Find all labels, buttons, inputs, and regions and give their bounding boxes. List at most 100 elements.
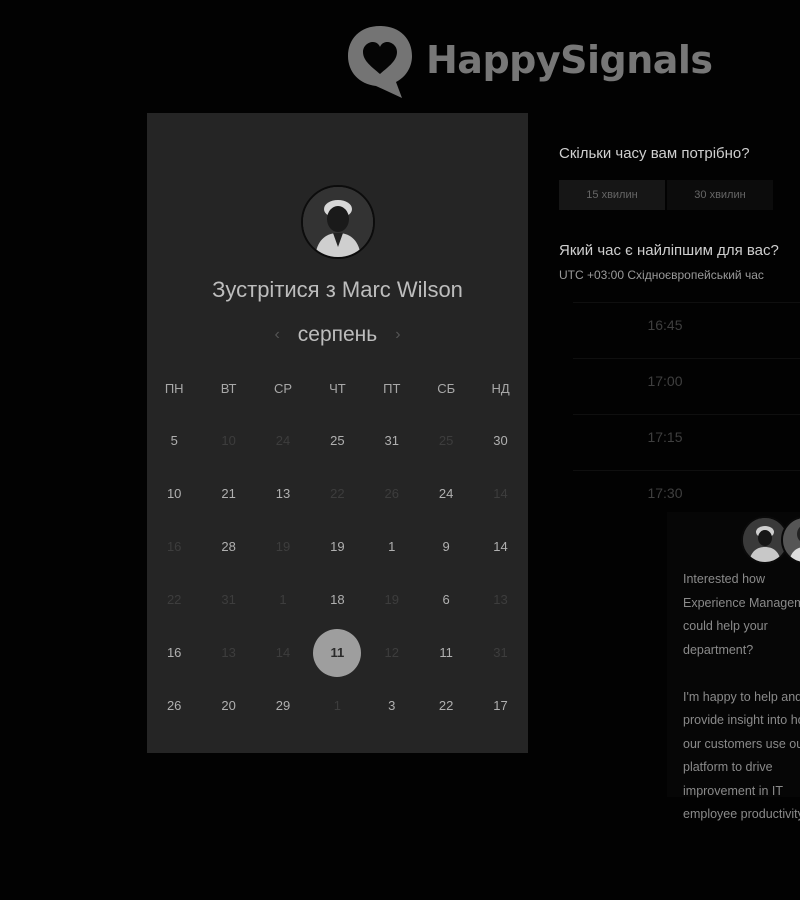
calendar-day[interactable]: 29 bbox=[256, 696, 310, 716]
time-slot-label: 17:00 bbox=[647, 373, 683, 389]
happysignals-logo[interactable]: HappySignals bbox=[346, 22, 713, 98]
calendar-day-number: 17 bbox=[493, 698, 508, 713]
calendar-day[interactable]: 25 bbox=[310, 431, 364, 451]
timezone-label[interactable]: UTC +03:00 Східноєвропейський час bbox=[559, 268, 764, 282]
month-label: серпень bbox=[297, 323, 378, 346]
calendar-day: 16 bbox=[147, 537, 201, 557]
calendar-day: 22 bbox=[310, 484, 364, 504]
calendar-day[interactable]: 3 bbox=[365, 696, 419, 716]
weekday-label: ВТ bbox=[220, 381, 237, 396]
calendar-day: 22 bbox=[147, 590, 201, 610]
duration-option-15[interactable]: 15 хвилин bbox=[559, 180, 665, 210]
calendar-day-number: 26 bbox=[384, 486, 399, 501]
calendar-day[interactable]: 11 bbox=[419, 643, 473, 677]
time-slot-list: 16:45 17:00 17:15 17:30 bbox=[573, 302, 800, 526]
time-slot-label: 17:15 bbox=[647, 429, 683, 445]
calendar-week-row: 16 28 19 19 1 9 14 bbox=[147, 537, 528, 557]
time-slot-label: 16:45 bbox=[647, 317, 683, 333]
calendar-day[interactable]: 19 bbox=[310, 537, 364, 557]
chat-popup[interactable]: Interested how Experience Management cou… bbox=[667, 512, 800, 821]
calendar-day-number: 16 bbox=[166, 645, 182, 660]
duration-question: Скільки часу вам потрібно? bbox=[559, 145, 750, 162]
calendar-day[interactable]: 9 bbox=[419, 537, 473, 557]
calendar-day[interactable]: 31 bbox=[365, 431, 419, 451]
calendar-day[interactable]: 18 bbox=[310, 590, 364, 610]
calendar-day: 19 bbox=[256, 537, 310, 557]
calendar-day-number: 19 bbox=[275, 539, 291, 554]
calendar-day-number: 13 bbox=[275, 486, 291, 501]
duration-option-30[interactable]: 30 хвилин bbox=[667, 180, 773, 210]
chat-avatars bbox=[741, 516, 800, 564]
calendar-day: 13 bbox=[201, 643, 255, 677]
weekday-header: ПН ВТ СР ЧТ ПТ СБ НД bbox=[147, 381, 528, 396]
calendar-day: 12 bbox=[365, 643, 419, 677]
time-slot[interactable]: 17:15 bbox=[573, 414, 800, 470]
calendar-day[interactable]: 20 bbox=[201, 696, 255, 716]
calendar-day-number: 22 bbox=[166, 592, 182, 607]
time-slot[interactable]: 16:45 bbox=[573, 302, 800, 358]
calendar-day: 1 bbox=[256, 590, 310, 610]
calendar-day[interactable]: 1 bbox=[365, 537, 419, 557]
calendar-day-number: 24 bbox=[438, 486, 454, 501]
calendar-day-number: 19 bbox=[384, 592, 399, 607]
calendar-day-number: 14 bbox=[275, 645, 291, 660]
calendar-day-number: 25 bbox=[438, 433, 454, 448]
calendar-day-number: 3 bbox=[388, 698, 396, 713]
weekday-label: СБ bbox=[437, 381, 456, 396]
calendar-day[interactable]: 16 bbox=[147, 643, 201, 677]
calendar-day: 14 bbox=[473, 484, 527, 504]
calendar-day: 10 bbox=[201, 431, 255, 451]
calendar-day-number: 12 bbox=[384, 645, 399, 660]
chevron-right-icon[interactable]: › bbox=[395, 326, 400, 344]
duration-options: 15 хвилин 30 хвилин bbox=[559, 180, 773, 210]
time-slot-label: 17:30 bbox=[647, 485, 683, 501]
calendar-day-number: 25 bbox=[330, 433, 345, 448]
chevron-left-icon[interactable]: ‹ bbox=[274, 326, 279, 344]
calendar-day[interactable]: 28 bbox=[201, 537, 255, 557]
calendar-day[interactable]: 30 bbox=[473, 431, 527, 451]
calendar-week-row: 10 21 13 22 26 24 14 bbox=[147, 484, 528, 504]
calendar-day: 25 bbox=[419, 431, 473, 451]
calendar-day-number: 31 bbox=[221, 592, 236, 607]
calendar-day[interactable]: 21 bbox=[201, 484, 255, 504]
weekday-label: ЧТ bbox=[329, 381, 346, 396]
weekday-label: НД bbox=[491, 381, 510, 396]
calendar-day-number: 1 bbox=[388, 539, 396, 554]
calendar-day-number: 11 bbox=[439, 645, 453, 660]
calendar-day[interactable]: 17 bbox=[473, 696, 527, 716]
calendar-day-number: 6 bbox=[442, 592, 450, 607]
calendar-day-number: 14 bbox=[493, 486, 508, 501]
calendar-day: 26 bbox=[365, 484, 419, 504]
calendar-week-row: 16 13 14 11 12 11 31 bbox=[147, 629, 528, 677]
weekday-label: СР bbox=[273, 381, 292, 396]
heart-speech-bubble-icon bbox=[348, 26, 412, 98]
calendar-day[interactable]: 6 bbox=[419, 590, 473, 610]
calendar-day-number: 13 bbox=[221, 645, 236, 660]
calendar-day-number: 22 bbox=[438, 698, 454, 713]
weekday-label: ПТ bbox=[383, 381, 401, 396]
calendar-day-number: 10 bbox=[166, 486, 182, 501]
calendar-week-row: 22 31 1 18 19 6 13 bbox=[147, 590, 528, 610]
host-avatar bbox=[301, 185, 375, 259]
calendar-day[interactable]: 5 bbox=[147, 431, 201, 451]
calendar-day[interactable]: 24 bbox=[419, 484, 473, 504]
calendar-day-selected[interactable]: 11 bbox=[310, 629, 364, 677]
calendar-day[interactable]: 10 bbox=[147, 484, 201, 504]
calendar-day[interactable]: 26 bbox=[147, 696, 201, 716]
calendar-panel: Зустрітися з Marc Wilson ‹ серпень › ПН … bbox=[147, 113, 528, 753]
calendar-day-number: 29 bbox=[275, 698, 291, 713]
time-slot[interactable]: 17:00 bbox=[573, 358, 800, 414]
calendar-day-number: 14 bbox=[493, 539, 508, 554]
calendar-day[interactable]: 22 bbox=[419, 696, 473, 716]
weekday-label: ПН bbox=[164, 381, 184, 396]
chat-message: Interested how Experience Management cou… bbox=[683, 572, 800, 821]
month-navigation: ‹ серпень › bbox=[147, 323, 528, 347]
calendar-day: 31 bbox=[473, 643, 527, 677]
calendar-week-row: 26 20 29 1 3 22 17 bbox=[147, 696, 528, 716]
calendar-day[interactable]: 13 bbox=[256, 484, 310, 504]
calendar-day-number: 31 bbox=[384, 433, 399, 448]
brand-name: HappySignals bbox=[426, 38, 713, 82]
calendar-day-number: 28 bbox=[221, 539, 236, 554]
calendar-day-number: 1 bbox=[279, 592, 287, 607]
calendar-day[interactable]: 14 bbox=[473, 537, 527, 557]
